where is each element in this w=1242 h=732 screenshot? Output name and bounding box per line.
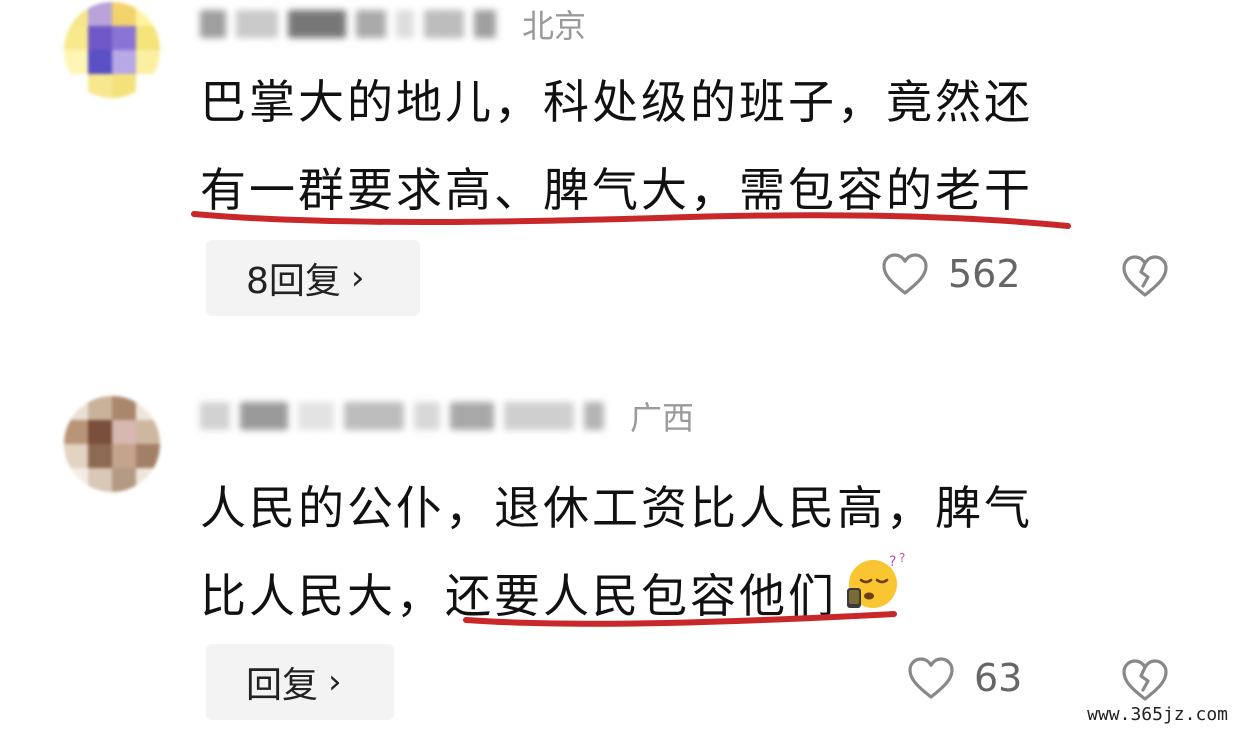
username-blurred: [200, 10, 496, 38]
like-count: 63: [974, 656, 1023, 700]
avatar[interactable]: [64, 2, 160, 98]
comment-text: 巴掌大的地儿，科处级的班子，竟然还 有一群要求高、脾气大，需包容的老干: [200, 58, 1180, 234]
reply-label: 8回复: [246, 261, 341, 302]
comment-meta: 广西: [200, 394, 694, 438]
comment-line-text: 比人民大，还要人民包容他们: [200, 569, 837, 623]
watermark: www.365jz.com: [1083, 703, 1232, 726]
location-label: 广西: [630, 399, 695, 437]
comment-item: 北京 巴掌大的地儿，科处级的班子，竟然还 有一群要求高、脾气大，需包容的老干 8…: [0, 0, 1242, 340]
svg-text:?: ?: [899, 551, 908, 565]
like-button[interactable]: 63: [906, 656, 1022, 700]
chevron-right-icon: ›: [350, 258, 365, 298]
comment-line: 巴掌大的地儿，科处级的班子，竟然还: [200, 75, 1033, 129]
dislike-button[interactable]: [1120, 658, 1170, 706]
broken-heart-icon: [1122, 659, 1168, 701]
reply-label: 回复: [246, 665, 319, 706]
dislike-button[interactable]: [1120, 254, 1170, 302]
comment-line: 比人民大，还要人民包容他们 ? ?: [200, 550, 1180, 644]
comment-line: 有一群要求高、脾气大，需包容的老干: [200, 163, 1033, 217]
comment-text: 人民的公仆，退休工资比人民高，脾气 比人民大，还要人民包容他们 ? ?: [200, 464, 1180, 644]
like-button[interactable]: 562: [880, 252, 1021, 296]
heart-outline-icon: [882, 253, 928, 295]
comment-item: 广西 人民的公仆，退休工资比人民高，脾气 比人民大，还要人民包容他们 ? ? 回…: [0, 378, 1242, 732]
sleepy-dizzy-emoji: ? ?: [845, 550, 911, 638]
username-blurred: [200, 402, 604, 430]
comment-meta: 北京: [200, 2, 586, 46]
reply-button[interactable]: 回复 ›: [206, 644, 394, 720]
broken-heart-icon: [1122, 255, 1168, 297]
svg-text:?: ?: [889, 554, 899, 570]
chevron-right-icon: ›: [328, 662, 342, 702]
like-count: 562: [948, 252, 1021, 296]
heart-outline-icon: [908, 657, 954, 699]
avatar[interactable]: [64, 396, 160, 492]
comment-line: 人民的公仆，退休工资比人民高，脾气: [200, 481, 1033, 535]
location-label: 北京: [522, 7, 587, 45]
reply-button[interactable]: 8回复 ›: [206, 240, 420, 316]
